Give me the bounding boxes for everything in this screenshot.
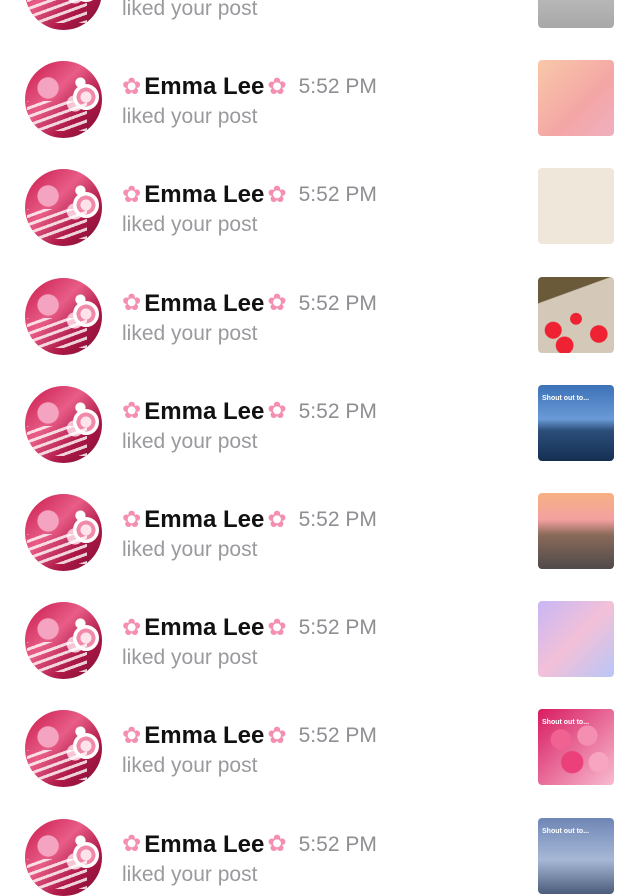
notification-time: 5:52 PM — [298, 291, 377, 315]
notification-time: 5:52 PM — [298, 616, 377, 640]
post-thumbnail-caption: Shout out to... — [542, 394, 590, 402]
notification-header: ✿ Emma Lee ✿ 5:52 PM — [122, 396, 377, 428]
cherry-blossom-icon: ✿ — [122, 506, 142, 533]
username[interactable]: Emma Lee — [144, 181, 264, 209]
notification-time: 5:52 PM — [298, 183, 377, 207]
post-thumbnail-caption: Shout out to... — [542, 827, 590, 835]
username[interactable]: Emma Lee — [144, 614, 264, 642]
cherry-blossom-icon: ✿ — [122, 614, 142, 641]
notification-header: ✿ Emma Lee ✿ 5:52 PM — [122, 71, 377, 103]
notification-row[interactable]: ✿ Emma Lee ✿ 5:52 PM liked your post — [0, 450, 640, 571]
cherry-blossom-icon: ✿ — [267, 614, 287, 641]
notification-header: ✿ Emma Lee ✿ 5:52 PM — [122, 720, 377, 752]
notification-row[interactable]: ✿ Emma Lee ✿ 5:52 PM liked your post Sho… — [0, 666, 640, 788]
notification-time: 5:52 PM — [298, 399, 377, 423]
cherry-blossom-icon: ✿ — [267, 290, 287, 317]
username[interactable]: Emma Lee — [144, 398, 264, 426]
notification-row[interactable]: ✿ Emma Lee ✿ 5:52 PM liked your post — [0, 234, 640, 355]
notification-time: 5:52 PM — [298, 508, 377, 531]
cherry-blossom-icon: ✿ — [267, 398, 287, 425]
cherry-blossom-icon: ✿ — [122, 398, 142, 425]
cherry-blossom-icon: ✿ — [267, 181, 287, 208]
notification-row[interactable]: ✿ Emma Lee ✿ 5:52 PM liked your post — [0, 125, 640, 247]
cherry-blossom-icon: ✿ — [267, 722, 287, 749]
notification-row[interactable]: ✿ Emma Lee ✿ 5:52 PM liked your post — [0, 17, 640, 139]
notifications-list: ✿ Emma Lee ✿ 5:52 PM liked your post ✿ E… — [0, 0, 640, 896]
post-thumbnail-caption: Shout out to... — [542, 719, 590, 727]
notification-header: ✿ Emma Lee ✿ 5:52 PM — [122, 288, 377, 320]
notification-row[interactable]: ✿ Emma Lee ✿ 5:52 PM liked your post Sho… — [0, 775, 640, 896]
cherry-blossom-icon: ✿ — [122, 73, 142, 100]
username[interactable]: Emma Lee — [144, 290, 264, 318]
notification-row[interactable]: ✿ Emma Lee ✿ 5:52 PM liked your post Sho… — [0, 342, 640, 463]
notification-row[interactable]: ✿ Emma Lee ✿ 5:52 PM liked your post — [0, 558, 640, 680]
notification-row[interactable]: ✿ Emma Lee ✿ 5:52 PM liked your post — [0, 0, 640, 30]
username[interactable]: Emma Lee — [144, 722, 264, 750]
cherry-blossom-icon: ✿ — [267, 506, 287, 533]
avatar[interactable] — [25, 818, 102, 896]
cherry-blossom-icon: ✿ — [267, 73, 287, 100]
notification-header: ✿ Emma Lee ✿ 5:52 PM — [122, 504, 377, 536]
notification-header: ✿ Emma Lee ✿ 5:52 PM — [122, 829, 377, 861]
avatar-logo-graphic — [27, 858, 87, 889]
post-thumbnail[interactable]: Shout out to... — [538, 817, 614, 894]
notification-time: 5:52 PM — [298, 724, 377, 748]
notification-header: ✿ Emma Lee ✿ 5:52 PM — [122, 179, 377, 211]
notification-header: ✿ Emma Lee ✿ 5:52 PM — [122, 612, 377, 644]
cherry-blossom-icon: ✿ — [122, 290, 142, 317]
username[interactable]: Emma Lee — [144, 506, 264, 534]
cherry-blossom-icon: ✿ — [122, 722, 142, 749]
username[interactable]: Emma Lee — [144, 831, 264, 859]
cherry-blossom-icon: ✿ — [122, 181, 142, 208]
username[interactable]: Emma Lee — [144, 73, 264, 101]
notification-time: 5:52 PM — [298, 75, 377, 99]
notification-action-text: liked your post — [122, 862, 258, 886]
